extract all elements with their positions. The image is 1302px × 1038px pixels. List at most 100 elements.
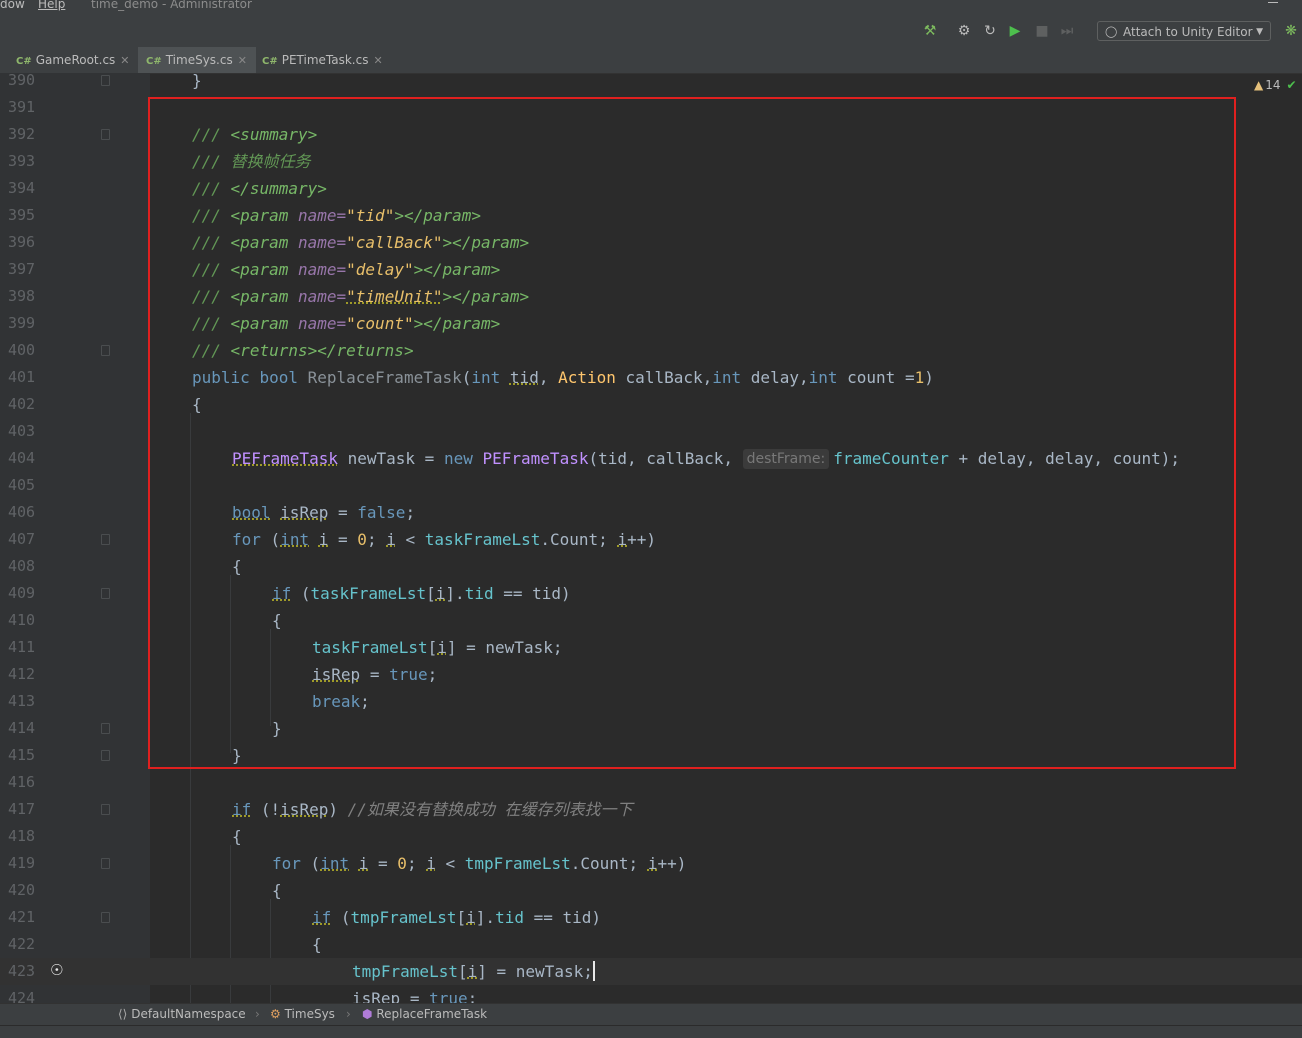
variable-name: isRep (352, 989, 401, 1003)
warning-count: 14 (1265, 78, 1281, 92)
lightbulb-icon[interactable]: ☉ (50, 962, 63, 979)
doc-tag: <param (230, 260, 289, 279)
tab-timesys[interactable]: C# TimeSys.cs ✕ (138, 47, 256, 73)
tab-label: PETimeTask.cs (281, 53, 369, 67)
variable-name: i (437, 638, 447, 657)
doc-tag: ></param> (413, 314, 501, 333)
attach-to-unity-button[interactable]: ◯ Attach to Unity Editor ▼ (1097, 21, 1271, 41)
code-text: { (272, 881, 282, 900)
doc-attr: name= (297, 206, 347, 225)
code-text: delay, (750, 368, 809, 387)
code-text: ( (461, 368, 472, 387)
code-line: 393 /// 替换帧任务 (0, 148, 1302, 175)
code-line: 413 break; (0, 688, 1302, 715)
code-line: 403 (0, 418, 1302, 445)
code-line: 408 { (0, 553, 1302, 580)
breadcrumb-class[interactable]: ⚙ TimeSys (270, 1007, 335, 1021)
fold-marker[interactable] (101, 345, 110, 356)
fold-marker[interactable] (101, 912, 110, 923)
run-icon[interactable]: ▶ (1006, 23, 1024, 39)
line-number: 395 (8, 206, 36, 224)
code-text: (tid, callBack, (588, 449, 733, 468)
fold-marker[interactable] (101, 858, 110, 869)
code-text: } (192, 73, 202, 90)
code-text: ; (366, 530, 377, 549)
bug-icon[interactable]: ❋ (1282, 23, 1300, 39)
code-line: 411 taskFrameLst[i] = newTask; (0, 634, 1302, 661)
csharp-file-icon: C# (16, 56, 32, 67)
code-line: 391 (0, 94, 1302, 121)
code-text: ; (427, 665, 438, 684)
doc-attr: name= (297, 260, 347, 279)
code-line: 417 if (!isRep) //如果没有替换成功 在缓存列表找一下 (0, 796, 1302, 823)
doc-param-name: "tid" (346, 206, 395, 225)
fold-marker[interactable] (101, 750, 110, 761)
line-number: 421 (8, 908, 36, 926)
line-number: 413 (8, 692, 36, 710)
code-line: 398 /// <param name="timeUnit"></param> (0, 283, 1302, 310)
close-icon[interactable]: ✕ (373, 54, 382, 67)
doc-tag: <param (230, 314, 289, 333)
inspection-widget[interactable]: ▲ 14 ✔ (1254, 78, 1297, 92)
fold-marker[interactable] (101, 129, 110, 140)
variable-name: isRep (312, 665, 361, 684)
code-line: 415 } (0, 742, 1302, 769)
doc-attr: name= (297, 287, 347, 306)
stop-icon[interactable]: ■ (1033, 23, 1051, 39)
method-name: ReplaceFrameTask (307, 368, 462, 387)
code-text: + delay, delay, count); (958, 449, 1181, 468)
minimize-icon[interactable] (1268, 2, 1278, 3)
code-line: 421 if (tmpFrameLst[i].tid == tid) (0, 904, 1302, 931)
tab-label: GameRoot.cs (35, 53, 116, 67)
hammer-icon[interactable]: ⚒ (921, 23, 939, 39)
fold-marker[interactable] (101, 75, 110, 86)
code-editor[interactable]: 390 } 391 392 /// <summary> 393 /// 替换帧任… (0, 73, 1302, 1003)
code-text: ( (340, 908, 351, 927)
fold-marker[interactable] (101, 534, 110, 545)
doc-tag: <summary> (230, 125, 318, 144)
param-tid: tid (509, 368, 539, 387)
warning-icon: ▲ (1254, 78, 1264, 92)
breadcrumb-method[interactable]: ⬢ ReplaceFrameTask (362, 1007, 487, 1021)
doc-tag: ></param> (442, 233, 530, 252)
code-line: 396 /// <param name="callBack"></param> (0, 229, 1302, 256)
code-text: = (378, 854, 388, 873)
field-name: tmpFrameLst (350, 908, 457, 927)
class-icon: ⚙ (270, 1007, 281, 1021)
code-text: [ (457, 962, 468, 981)
menu-window[interactable]: dow (0, 0, 25, 11)
keyword: for (272, 854, 301, 873)
menu-help[interactable]: Help (38, 0, 65, 11)
variable-name: i (386, 530, 396, 549)
step-icon[interactable]: ⏭ (1058, 23, 1076, 39)
breadcrumb-namespace[interactable]: ⟨⟩ DefaultNamespace (118, 1007, 246, 1021)
tab-petimetask[interactable]: C# PETimeTask.cs ✕ (254, 47, 392, 73)
line-number: 397 (8, 260, 36, 278)
close-icon[interactable]: ✕ (120, 54, 129, 67)
line-number: 417 (8, 800, 36, 818)
doc-tag: <param (230, 287, 289, 306)
code-line: 414 } (0, 715, 1302, 742)
variable-name: i (426, 854, 436, 873)
line-number: 415 (8, 746, 36, 764)
line-number: 418 (8, 827, 36, 845)
code-text: < (445, 854, 456, 873)
tab-gameroot[interactable]: C# GameRoot.cs ✕ (10, 47, 140, 73)
variable-name: i (617, 530, 628, 549)
debug-attach-icon[interactable]: ⚙ (955, 23, 973, 39)
doc-prefix: /// (192, 341, 221, 360)
code-line: 404 PEFrameTask newTask = new PEFrameTas… (0, 445, 1302, 472)
fold-marker[interactable] (101, 588, 110, 599)
refresh-icon[interactable]: ↻ (981, 23, 999, 39)
close-icon[interactable]: ✕ (238, 54, 247, 67)
number-literal: 0 (357, 530, 367, 549)
fold-marker[interactable] (101, 804, 110, 815)
line-number: 423 (8, 962, 36, 980)
code-line: 397 /// <param name="delay"></param> (0, 256, 1302, 283)
doc-summary-text: 替换帧任务 (230, 152, 311, 171)
code-text: .Count; (570, 854, 639, 873)
fold-marker[interactable] (101, 723, 110, 734)
code-line: 407 for (int i = 0; i < taskFrameLst.Cou… (0, 526, 1302, 553)
variable-name: i (466, 908, 476, 927)
doc-tag: </summary> (230, 179, 327, 198)
